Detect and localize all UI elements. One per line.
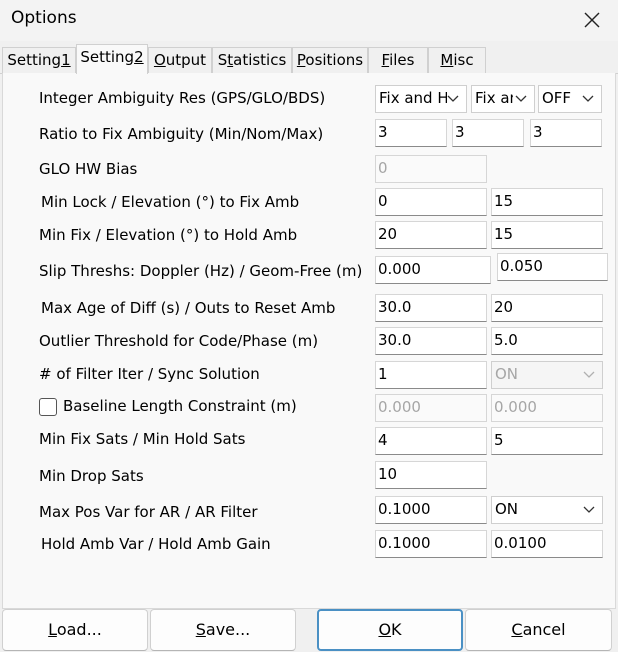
label-filter-iter: # of Filter Iter / Sync Solution — [39, 365, 260, 383]
tab-mnemonic: F — [381, 51, 390, 69]
slip-doppler-field[interactable]: 0.000 — [375, 256, 491, 284]
ok-button[interactable]: OK — [317, 609, 463, 651]
ratio-max-field[interactable]: 3 — [530, 119, 602, 147]
min-hold-sats-field[interactable]: 5 — [491, 427, 603, 455]
min-lock-field[interactable]: 0 — [375, 188, 487, 216]
button-mnemonic: S — [195, 620, 206, 639]
max-pos-var-field[interactable]: 0.1000 — [375, 496, 487, 524]
tab-text: Setting — [7, 51, 62, 69]
label-ratio: Ratio to Fix Ambiguity (Min/Nom/Max) — [39, 125, 324, 143]
select-value: Fix and Hold — [379, 89, 447, 107]
button-text: oad... — [56, 620, 102, 639]
min-fix-elevation-field[interactable]: 15 — [491, 221, 603, 249]
min-drop-sats-field[interactable]: 10 — [375, 461, 487, 489]
max-age-field[interactable]: 30.0 — [375, 294, 487, 322]
label-ambiguity-res: Integer Ambiguity Res (GPS/GLO/BDS) — [39, 89, 326, 107]
button-text: ancel — [522, 620, 566, 639]
ar-filter-select[interactable]: ON — [491, 496, 603, 524]
baseline-length-field[interactable]: 0.000 — [375, 394, 487, 422]
min-fix-field[interactable]: 20 — [375, 221, 487, 249]
label-max-age: Max Age of Diff (s) / Outs to Reset Amb — [41, 299, 336, 317]
tab-mnemonic: 1 — [61, 51, 71, 69]
filter-iter-field[interactable]: 1 — [375, 361, 487, 389]
bds-ambiguity-select[interactable]: OFF — [538, 85, 602, 113]
tab-output[interactable]: Output — [148, 47, 212, 73]
ratio-nom-field[interactable]: 3 — [452, 119, 524, 147]
gps-ambiguity-select[interactable]: Fix and Hold — [375, 85, 467, 113]
label-min-lock: Min Lock / Elevation (°) to Fix Amb — [41, 193, 300, 211]
tab-text: S — [217, 51, 228, 69]
tab-statistics[interactable]: Statistics — [212, 47, 292, 73]
chevron-down-icon — [583, 506, 595, 513]
select-value: Fix and Hold — [475, 89, 513, 107]
tab-text: isc — [453, 51, 474, 69]
label-min-fix: Min Fix / Elevation (°) to Hold Amb — [39, 226, 298, 244]
tab-setting2[interactable]: Setting2 — [76, 44, 148, 74]
button-mnemonic: C — [511, 620, 523, 639]
tab-text: Setting — [80, 48, 135, 66]
window-title: Options — [11, 8, 77, 28]
tab-mnemonic: 2 — [134, 48, 144, 66]
tab-positions[interactable]: Positions — [292, 47, 368, 73]
chevron-down-icon — [515, 95, 527, 102]
baseline-constraint-checkbox[interactable] — [39, 398, 57, 416]
tab-mnemonic: M — [440, 51, 454, 69]
button-text: ave... — [205, 620, 251, 639]
outlier-phase-field[interactable]: 5.0 — [491, 327, 603, 355]
button-text: K — [391, 620, 402, 639]
outlier-code-field[interactable]: 30.0 — [375, 327, 487, 355]
slip-geom-free-field[interactable]: 0.050 — [497, 253, 608, 281]
select-value: ON — [495, 365, 519, 383]
button-mnemonic: O — [378, 620, 392, 639]
label-glo-hw-bias: GLO HW Bias — [39, 160, 138, 178]
select-value: ON — [495, 500, 519, 518]
label-pos-var: Max Pos Var for AR / AR Filter — [39, 503, 258, 521]
button-mnemonic: L — [48, 620, 57, 639]
outs-reset-amb-field[interactable]: 20 — [491, 294, 603, 322]
glo-ambiguity-select[interactable]: Fix and Hold — [471, 85, 535, 113]
label-drop-sats: Min Drop Sats — [39, 467, 144, 485]
baseline-sigma-field[interactable]: 0.000 — [491, 394, 603, 422]
label-fix-sats: Min Fix Sats / Min Hold Sats — [39, 430, 246, 448]
label-hold-amb: Hold Amb Var / Hold Amb Gain — [41, 535, 271, 553]
label-outlier-threshold: Outlier Threshold for Code/Phase (m) — [39, 332, 319, 350]
chevron-down-icon — [583, 371, 595, 378]
chevron-down-icon — [582, 95, 594, 102]
cancel-button[interactable]: Cancel — [465, 609, 612, 651]
load-button[interactable]: Load... — [2, 609, 148, 651]
tab-files[interactable]: Files — [368, 47, 428, 73]
save-button[interactable]: Save... — [150, 609, 296, 651]
close-button[interactable] — [572, 0, 612, 40]
ratio-min-field[interactable]: 3 — [375, 119, 447, 147]
tab-text: atistics — [233, 51, 287, 69]
hold-amb-var-field[interactable]: 0.1000 — [375, 530, 487, 558]
label-slip-thresholds: Slip Threshs: Doppler (Hz) / Geom-Free (… — [39, 262, 363, 280]
tab-text: iles — [389, 51, 415, 69]
select-value: OFF — [542, 89, 572, 107]
title-bar: Options — [0, 0, 618, 41]
sync-solution-select[interactable]: ON — [491, 361, 603, 389]
tab-bar: Setting1 Setting2 Output Statistics Posi… — [0, 44, 618, 74]
tab-text: utput — [165, 51, 207, 69]
min-lock-elevation-field[interactable]: 15 — [491, 188, 603, 216]
tab-mnemonic: O — [153, 51, 166, 69]
chevron-down-icon — [447, 95, 459, 102]
close-icon — [584, 12, 600, 28]
label-baseline-constraint: Baseline Length Constraint (m) — [63, 397, 297, 415]
min-fix-sats-field[interactable]: 4 — [375, 427, 487, 455]
glo-hw-bias-field[interactable]: 0 — [375, 155, 487, 183]
tab-misc[interactable]: Misc — [428, 47, 486, 73]
tab-setting1[interactable]: Setting1 — [2, 47, 76, 73]
tab-text: ositions — [305, 51, 364, 69]
hold-amb-gain-field[interactable]: 0.0100 — [491, 530, 603, 558]
